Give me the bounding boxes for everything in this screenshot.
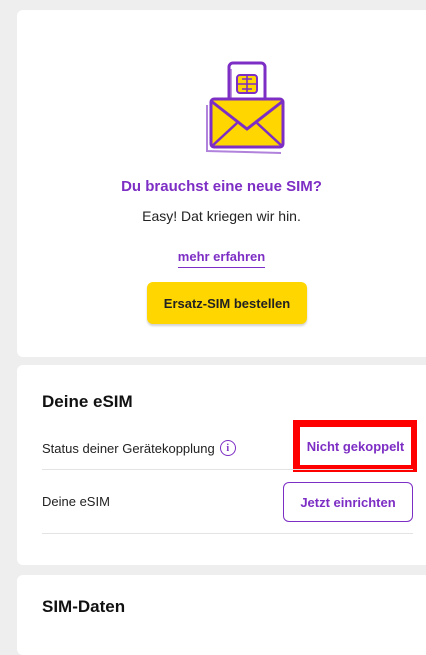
- esim-section-title: Deine eSIM: [42, 392, 133, 411]
- divider: [42, 533, 413, 534]
- divider: [42, 469, 413, 470]
- order-replacement-sim-button[interactable]: Ersatz-SIM bestellen: [147, 282, 307, 324]
- learn-more-wrapper: mehr erfahren: [17, 248, 426, 268]
- esim-label: Deine eSIM: [42, 494, 110, 509]
- esim-card: Deine eSIM Status deiner Gerätekopplung …: [17, 365, 426, 565]
- setup-esim-button[interactable]: Jetzt einrichten: [283, 482, 413, 522]
- info-icon[interactable]: i: [219, 440, 236, 456]
- learn-more-link[interactable]: mehr erfahren: [177, 249, 266, 268]
- promo-subtitle: Easy! Dat kriegen wir hin.: [142, 208, 301, 224]
- sim-data-section-title: SIM-Daten: [42, 597, 126, 616]
- sim-card-envelope-icon: [206, 61, 285, 154]
- replacement-sim-card: Du brauchst eine neue SIM? Easy! Dat kri…: [17, 10, 426, 357]
- pairing-status-label: Status deiner Gerätekopplung: [42, 440, 215, 456]
- pairing-status-row: Status deiner Gerätekopplung i: [42, 440, 236, 456]
- promo-title: Du brauchst eine neue SIM?: [121, 178, 322, 195]
- pairing-status-button[interactable]: Nicht gekoppelt: [300, 427, 411, 465]
- sim-data-card: SIM-Daten: [17, 575, 426, 655]
